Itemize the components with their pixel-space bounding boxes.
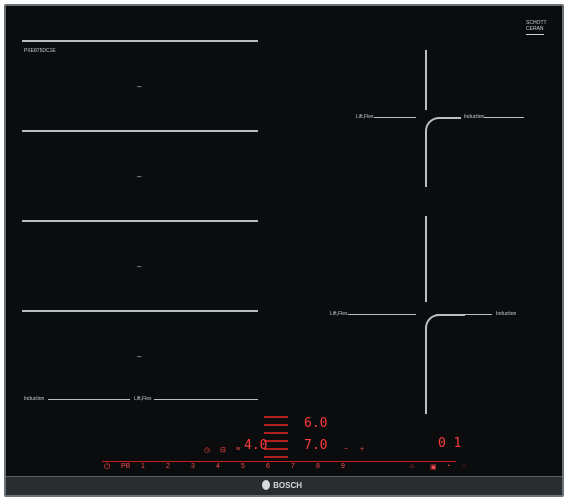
bottom-trim-bar: BOSCH [6,476,562,495]
left-zone-line-3 [22,220,258,222]
power-boost-button[interactable]: PB [121,463,130,470]
level-bar-6 [264,456,288,458]
level-bar-2 [264,424,288,426]
bosch-logo: BOSCH [262,480,302,490]
left-zone-marker-4: – [137,352,142,361]
left-zone-marker-2: – [137,172,142,181]
menu-icon[interactable]: ≡ [236,446,240,453]
left-zone-line-4 [22,310,258,312]
right-upper-label-induction: Induction [464,114,485,120]
slider-number-7[interactable]: 7 [291,463,295,470]
left-zone-bottom-line-b [154,399,258,400]
left-zone-marker-3: – [137,262,142,271]
display-mid-left: 4.0 [244,438,268,453]
schott-logo-bottom: CERAN [526,26,544,32]
right-lower-line-left [348,314,416,315]
heat-icon[interactable]: ◌ [462,463,466,470]
right-lower-label-induction: Induction [496,311,517,317]
slider-number-4[interactable]: 4 [216,463,220,470]
timer-icon[interactable]: ◷ [204,446,210,454]
left-zone-label-induction: Induction [24,396,45,402]
level-bar-1 [264,416,288,418]
display-mid-right: 7.0 [304,438,328,453]
right-upper-line-right [484,117,524,118]
display-right: 0 1 [438,436,462,451]
home-icon[interactable]: ⌂ [410,463,414,470]
slider-number-8[interactable]: 8 [316,463,320,470]
bosch-wordmark: BOSCH [273,480,302,490]
plus-icon[interactable]: + [360,446,364,453]
left-zone-line-2 [22,130,258,132]
right-upper-label-flex: Lift,Flex [356,114,374,120]
model-label: PXE875DC1E [24,48,56,54]
level-bar-3 [264,432,288,434]
info-icon[interactable]: ▣ [430,463,437,471]
slider-number-9[interactable]: 9 [341,463,345,470]
lock-icon[interactable]: ⊟ [220,446,226,454]
left-zone-bottom-line-a [48,399,130,400]
left-zone-line-1 [22,40,258,42]
left-zone-marker-1: – [137,82,142,91]
right-lower-label-flex: Lift,Flex [330,311,348,317]
bosch-emblem-icon [262,480,271,490]
right-lower-divider-top [425,216,427,302]
level-bar-4 [264,440,288,442]
slider-number-6[interactable]: 6 [266,463,270,470]
right-upper-line-left [374,117,416,118]
slider-number-2[interactable]: 2 [166,463,170,470]
display-top: 6.0 [304,416,328,431]
cooktop-surface: SCHOTT CERAN PXE875DC1E – – – – Inductio… [4,4,564,497]
slider-number-3[interactable]: 3 [191,463,195,470]
right-upper-corner [425,117,461,187]
power-slider[interactable] [102,461,456,472]
slider-number-5[interactable]: 5 [241,463,245,470]
right-lower-corner [425,314,465,414]
left-zone-label-flex: Lift,Flex [134,396,152,402]
clock-icon[interactable]: ◔ [446,463,450,470]
power-button[interactable]: ⏻ [104,462,110,472]
right-upper-divider-top [425,50,427,110]
level-bar-5 [264,448,288,450]
slider-number-1[interactable]: 1 [141,463,145,470]
schott-logo: SCHOTT CERAN [526,20,547,35]
minus-icon[interactable]: − [344,446,348,453]
